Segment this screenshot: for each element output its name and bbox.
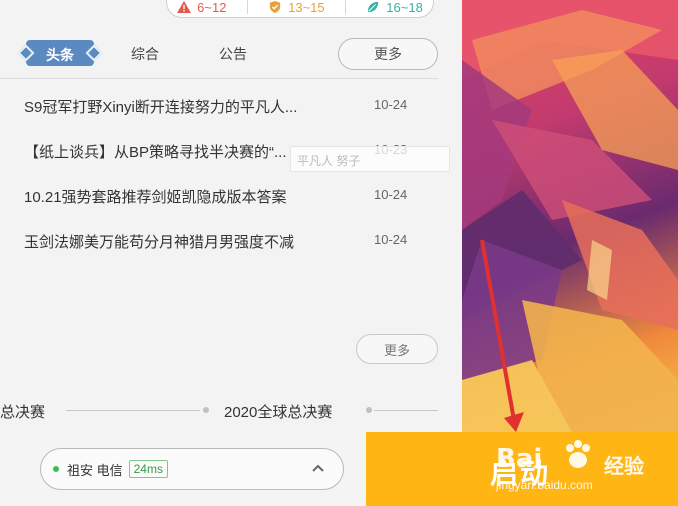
more-button-bottom[interactable]: 更多 xyxy=(356,334,438,364)
divider xyxy=(246,0,248,14)
news-item[interactable]: S9冠军打野Xinyi断开连接努力的平凡人... 10-24 xyxy=(24,96,444,120)
range-label: 13~15 xyxy=(288,0,325,15)
tab-general[interactable]: 综合 xyxy=(131,44,159,64)
timeline-line xyxy=(374,410,438,411)
leaf-icon xyxy=(368,1,379,13)
watermark: Bai 经验 jingyan.baidu.com xyxy=(496,436,676,502)
news-panel: 6~12 13~15 16~18 头条 综合 公告 更多 S9冠军打野Xinyi… xyxy=(0,0,462,432)
watermark-url: jingyan.baidu.com xyxy=(496,478,593,492)
news-title[interactable]: 10.21强势套路推荐剑姬凯隐成版本答案 xyxy=(24,186,354,207)
event-timeline: 总决赛 2020全球总决赛 xyxy=(0,400,440,422)
chevron-up-icon[interactable] xyxy=(311,462,325,476)
news-date: 10-24 xyxy=(374,232,408,247)
server-selector[interactable]: 祖安 电信 24ms xyxy=(40,448,344,490)
news-title[interactable]: 玉剑法娜美万能苟分月神猎月男强度不减 xyxy=(24,231,354,252)
promo-artwork xyxy=(462,0,678,432)
tab-announcements[interactable]: 公告 xyxy=(219,44,247,64)
news-item[interactable]: 玉剑法娜美万能苟分月神猎月男强度不减 10-24 xyxy=(24,231,444,255)
timeline-line xyxy=(66,410,200,411)
divider xyxy=(344,0,346,14)
ping-badge: 24ms xyxy=(128,460,168,478)
bottom-bar: 祖安 电信 24ms xyxy=(0,432,366,506)
timeline-dot xyxy=(203,407,209,413)
age-range-pill: 6~12 13~15 16~18 xyxy=(166,0,434,18)
news-date: 10-24 xyxy=(374,187,408,202)
range-item-2: 13~15 xyxy=(268,0,325,15)
timeline-dot xyxy=(366,407,372,413)
warning-icon xyxy=(177,1,192,13)
artwork-image xyxy=(462,0,678,432)
status-dot xyxy=(53,466,59,472)
tab-label: 头条 xyxy=(46,47,74,63)
range-label: 16~18 xyxy=(386,0,423,15)
shield-check-icon xyxy=(269,1,281,13)
launch-button[interactable]: 启动 Bai 经验 jingyan.baidu.com xyxy=(366,432,678,506)
tab-headlines[interactable]: 头条 xyxy=(17,40,103,66)
divider xyxy=(0,78,438,79)
watermark-brand: 经验 xyxy=(604,456,644,478)
news-item[interactable]: 10.21强势套路推荐剑姬凯隐成版本答案 10-24 xyxy=(24,186,444,210)
timeline-label-right[interactable]: 2020全球总决赛 xyxy=(224,401,332,422)
range-label: 6~12 xyxy=(197,0,227,15)
more-button[interactable]: 更多 xyxy=(338,38,438,70)
watermark-logo: Bai xyxy=(496,444,543,474)
tooltip: 平凡人 努子 xyxy=(290,146,450,172)
paw-icon xyxy=(566,440,590,468)
range-item-1: 6~12 xyxy=(177,0,226,15)
range-item-3: 16~18 xyxy=(366,0,423,15)
timeline-label-left[interactable]: 总决赛 xyxy=(0,401,45,422)
news-tabs: 头条 综合 公告 更多 xyxy=(17,38,438,70)
server-name: 祖安 电信 xyxy=(67,462,123,478)
news-title[interactable]: S9冠军打野Xinyi断开连接努力的平凡人... xyxy=(24,96,354,117)
news-date: 10-24 xyxy=(374,97,408,112)
